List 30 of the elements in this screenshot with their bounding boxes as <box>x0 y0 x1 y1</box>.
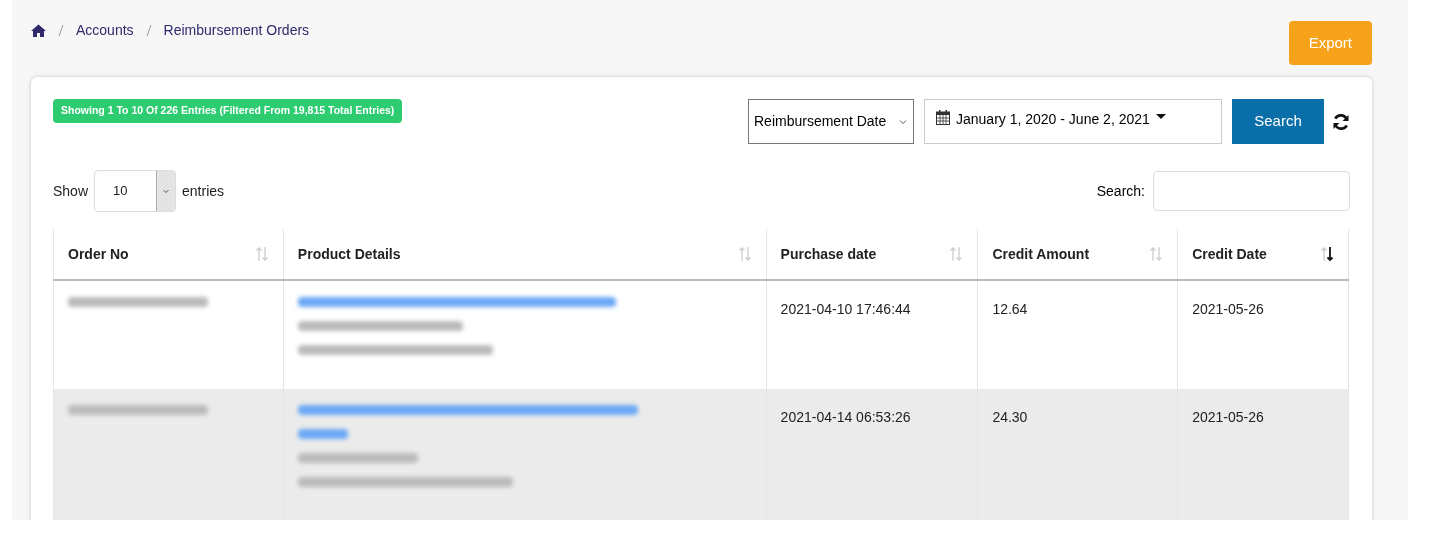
breadcrumb-separator-icon <box>145 24 152 37</box>
redacted-link[interactable] <box>297 297 616 307</box>
search-label: Search: <box>1096 181 1145 201</box>
table-cell: 2021-04-14 06:53:26 <box>766 389 978 520</box>
search-field[interactable] <box>1153 171 1350 211</box>
date-type-select[interactable]: Reimbursement Date <box>748 99 914 144</box>
caret-down-icon <box>1155 113 1166 121</box>
home-icon[interactable] <box>31 24 46 37</box>
column-header[interactable]: Credit Date <box>1192 243 1267 265</box>
breadcrumb-link[interactable]: Reimbursement Orders <box>163 20 310 41</box>
chevron-down-icon <box>162 187 171 195</box>
table-cell: 24.30 <box>977 389 1178 520</box>
entries-label: entries <box>182 181 225 201</box>
page-length-select[interactable]: 10 <box>94 170 177 212</box>
column-header[interactable]: Order No <box>68 243 129 265</box>
show-label: Show <box>53 181 89 201</box>
column-header[interactable]: Product Details <box>297 243 401 265</box>
redacted-link[interactable] <box>297 405 638 415</box>
search-button[interactable]: Search <box>1232 99 1324 144</box>
entries-badge: Showing 1 To 10 Of 226 Entries (Filtered From 19,815 Total Entries) <box>53 99 403 123</box>
breadcrumb-separator-icon <box>58 24 64 37</box>
breadcrumb-link[interactable]: Accounts <box>76 20 134 41</box>
refresh-icon[interactable] <box>1332 112 1350 131</box>
calendar-icon <box>936 110 950 125</box>
table-cell: 2021-05-26 <box>1177 389 1349 520</box>
date-range-field[interactable]: January 1, 2020 - June 2, 2021 <box>924 99 1222 144</box>
column-header[interactable]: Credit Amount <box>992 243 1090 265</box>
sort-icon[interactable] <box>1320 246 1334 262</box>
redacted-link[interactable] <box>297 429 348 439</box>
column-header[interactable]: Purchase date <box>780 243 877 265</box>
